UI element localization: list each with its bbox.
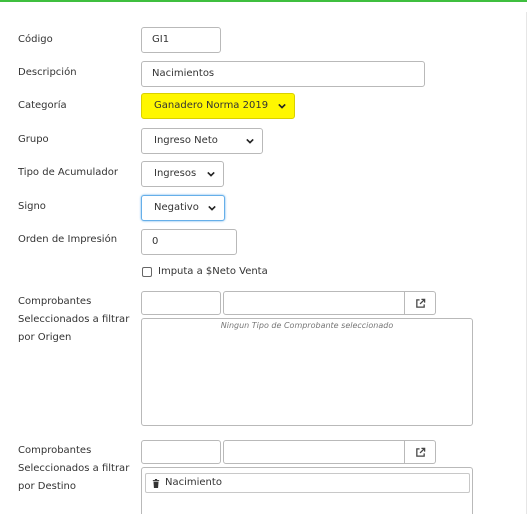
tipo-acumulador-select[interactable]: Ingresos bbox=[141, 161, 224, 187]
grupo-label: Grupo bbox=[18, 134, 49, 145]
chevron-down-icon bbox=[278, 103, 286, 109]
signo-label: Signo bbox=[18, 201, 46, 212]
destino-label-line-3: por Destino bbox=[18, 481, 76, 492]
origen-descripcion-input[interactable] bbox=[223, 291, 405, 315]
destino-label-line-1: Comprobantes bbox=[18, 445, 92, 456]
origen-list[interactable]: Ningun Tipo de Comprobante seleccionado bbox=[141, 318, 473, 426]
destino-codigo-input[interactable] bbox=[141, 440, 221, 464]
codigo-input[interactable]: GI1 bbox=[141, 27, 221, 53]
codigo-label: Código bbox=[18, 34, 53, 45]
destino-external-button[interactable] bbox=[405, 440, 436, 464]
categoria-label: Categoría bbox=[18, 100, 67, 111]
grupo-select[interactable]: Ingreso Neto bbox=[141, 128, 263, 154]
origen-label-line-3: por Origen bbox=[18, 332, 72, 343]
orden-impresion-label: Orden de Impresión bbox=[18, 234, 118, 245]
origen-label-line-2: Seleccionados a filtrar bbox=[18, 314, 130, 325]
signo-select[interactable]: Negativo bbox=[141, 195, 225, 221]
imputa-label: Imputa a $Neto Venta bbox=[158, 266, 268, 277]
origen-codigo-input[interactable] bbox=[141, 291, 221, 315]
descripcion-input[interactable]: Nacimientos bbox=[141, 61, 425, 87]
external-link-icon bbox=[415, 447, 425, 457]
descripcion-label: Descripción bbox=[18, 67, 77, 78]
destino-descripcion-input[interactable] bbox=[223, 440, 405, 464]
destino-item-label: Nacimiento bbox=[165, 477, 222, 488]
origen-label-line-1: Comprobantes bbox=[18, 296, 92, 307]
trash-icon[interactable] bbox=[152, 478, 160, 488]
destino-list[interactable]: Nacimiento bbox=[141, 467, 473, 514]
origen-empty-message: Ningun Tipo de Comprobante seleccionado bbox=[220, 321, 394, 330]
grupo-selected: Ingreso Neto bbox=[154, 135, 218, 146]
chevron-down-icon bbox=[208, 205, 216, 211]
tipo-acumulador-selected: Ingresos bbox=[154, 168, 197, 179]
signo-selected: Negativo bbox=[154, 202, 199, 213]
tipo-acumulador-label: Tipo de Acumulador bbox=[18, 167, 118, 178]
external-link-icon bbox=[415, 298, 425, 308]
chevron-down-icon bbox=[246, 138, 254, 144]
orden-impresion-input[interactable]: 0 bbox=[141, 229, 237, 255]
destino-item[interactable]: Nacimiento bbox=[145, 473, 470, 493]
categoria-selected: Ganadero Norma 2019 bbox=[154, 100, 269, 111]
imputa-checkbox-row[interactable]: Imputa a $Neto Venta bbox=[142, 265, 268, 279]
imputa-checkbox[interactable] bbox=[142, 267, 152, 277]
top-border bbox=[0, 0, 527, 14]
destino-label-line-2: Seleccionados a filtrar bbox=[18, 463, 130, 474]
categoria-select[interactable]: Ganadero Norma 2019 bbox=[141, 93, 295, 119]
chevron-down-icon bbox=[207, 171, 215, 177]
origen-external-button[interactable] bbox=[405, 291, 436, 315]
